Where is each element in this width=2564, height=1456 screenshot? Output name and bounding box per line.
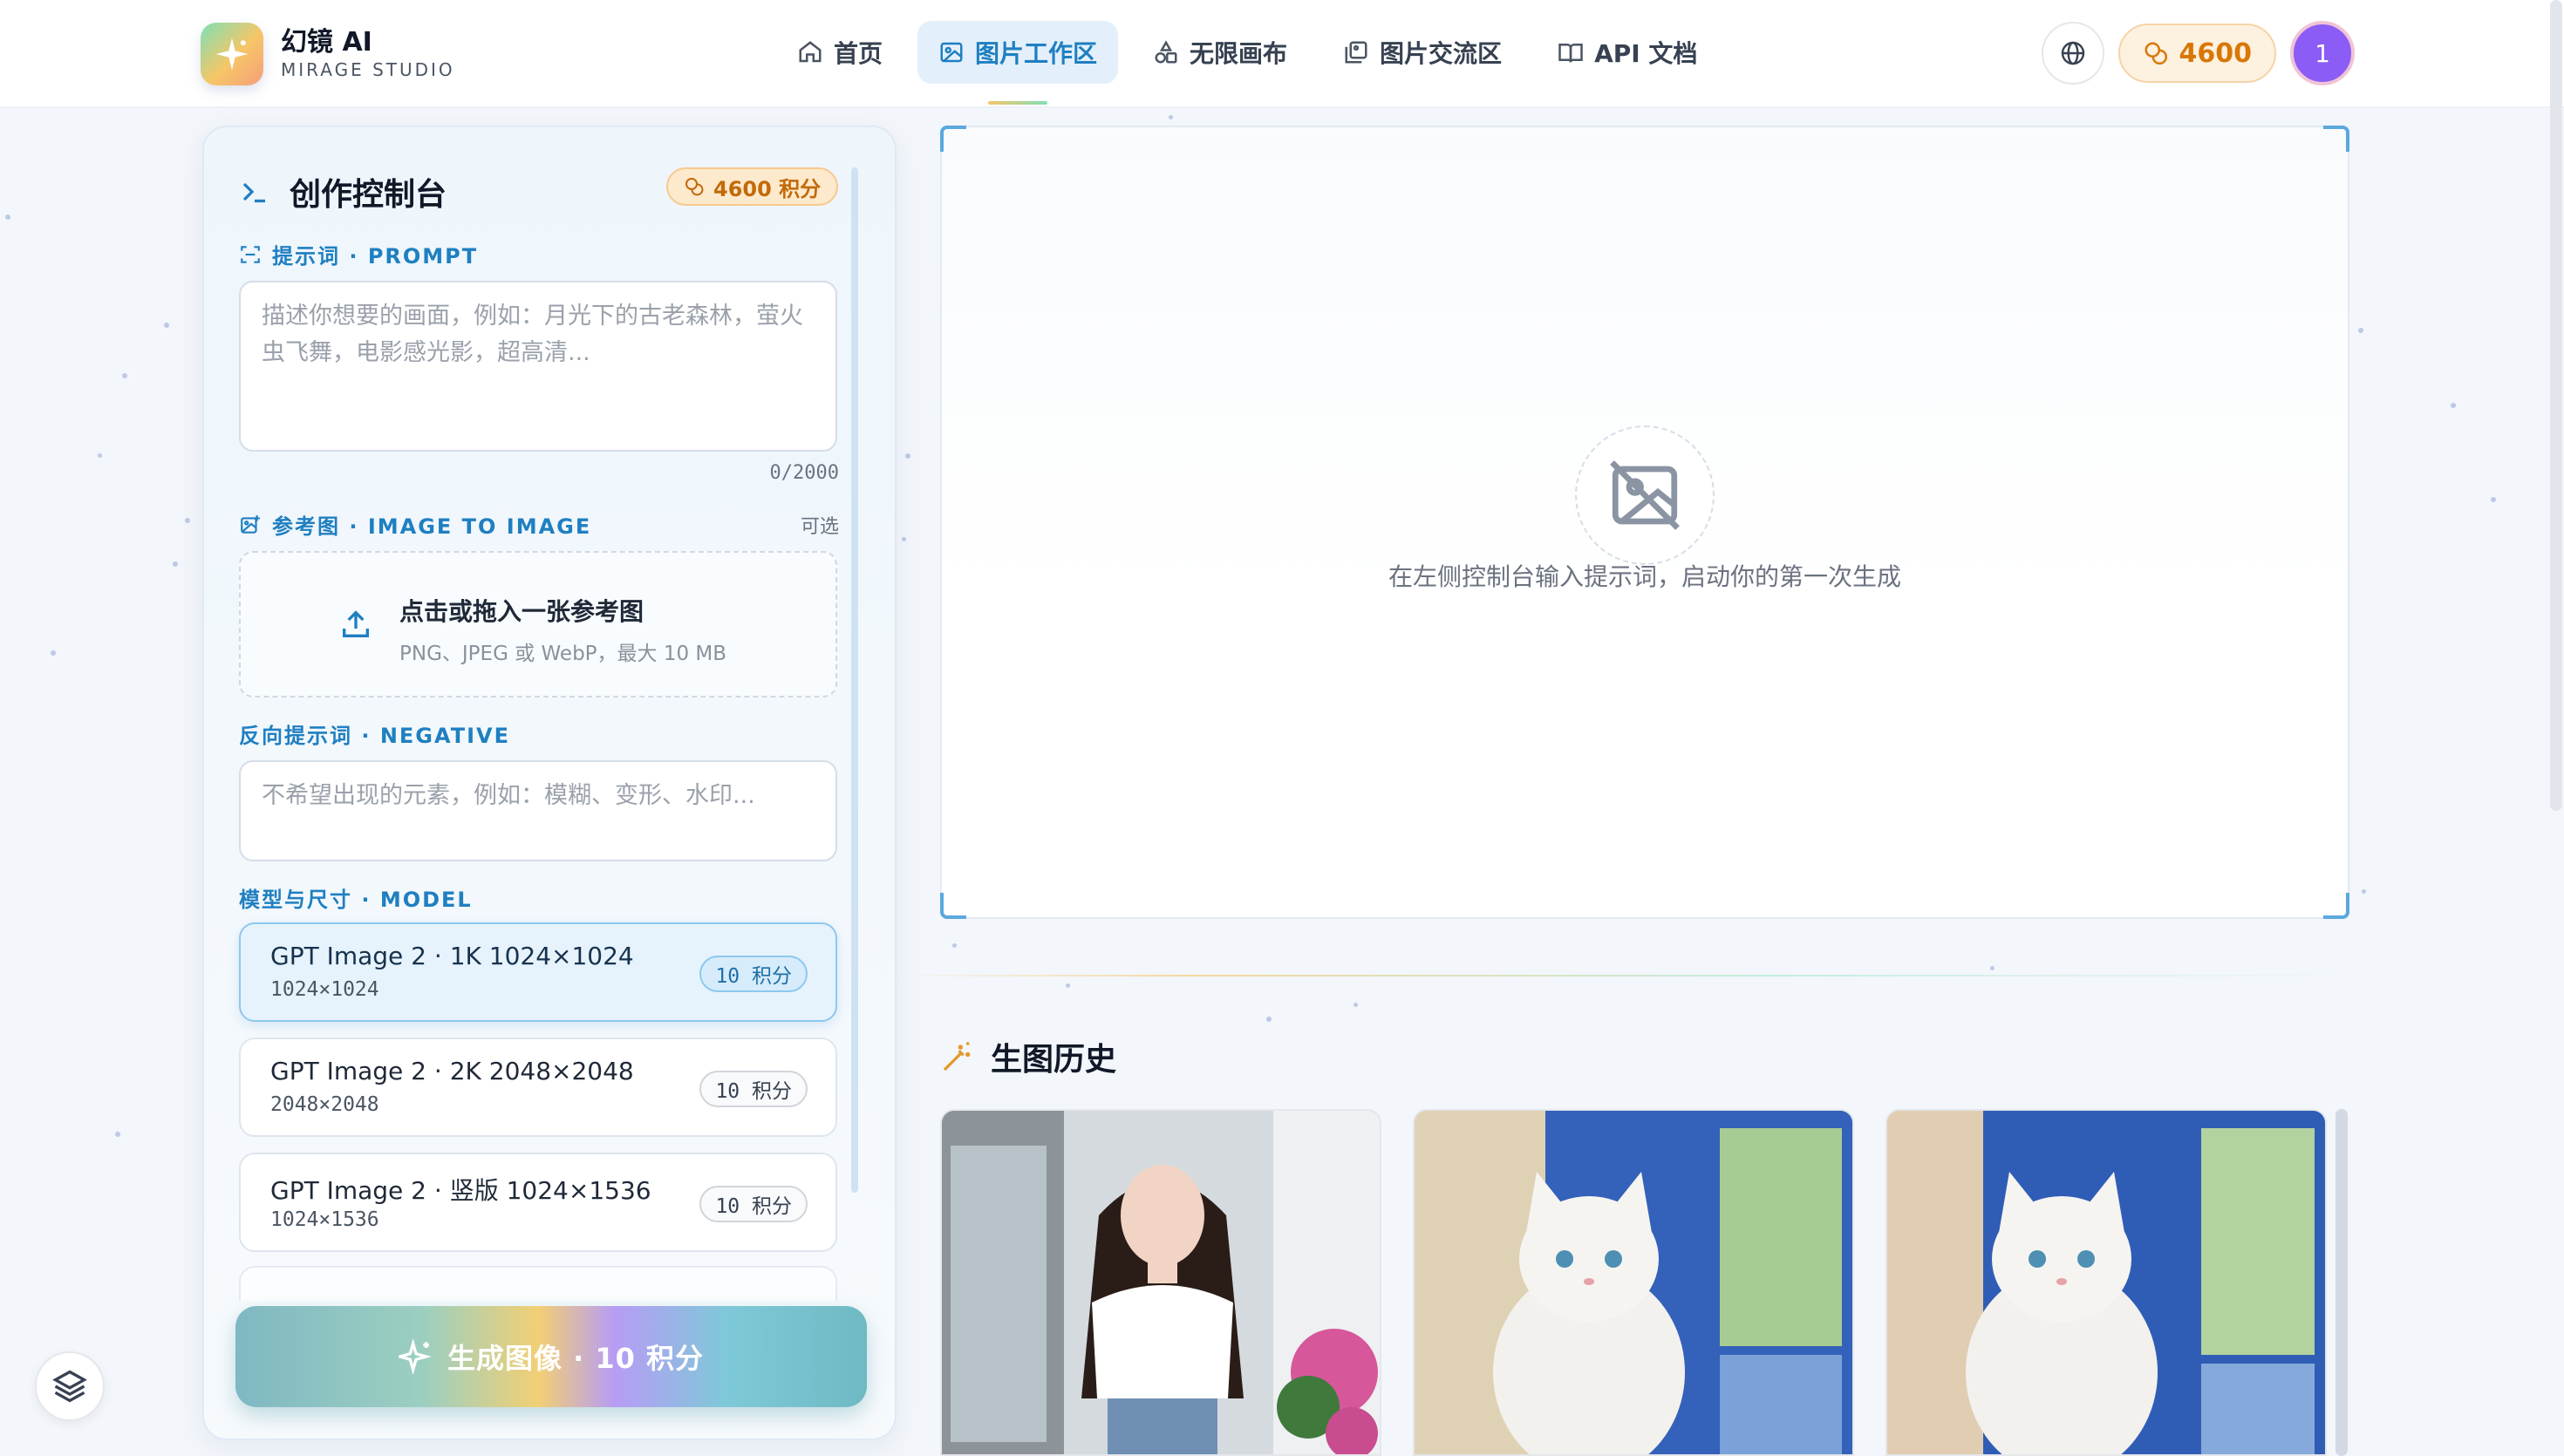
- history-thumbnail[interactable]: [940, 1109, 1381, 1456]
- nav-api-docs[interactable]: API 文档: [1537, 21, 1718, 84]
- nav-home-label: 首页: [834, 39, 883, 68]
- history-title-text: 生图历史: [991, 1042, 1117, 1078]
- model-option-cost: 10 积分: [699, 956, 808, 992]
- brand[interactable]: 幻镜 AI MIRAGE STUDIO: [201, 23, 455, 85]
- page-scrollbar[interactable]: [2550, 0, 2562, 811]
- prompt-label: 提示词 · PROMPT: [239, 239, 478, 269]
- top-navigation-bar: 幻镜 AI MIRAGE STUDIO 首页 图片工作区 无限画布 图片交流区 …: [0, 0, 2564, 108]
- layers-button[interactable]: [35, 1351, 105, 1421]
- frame-corner: [940, 126, 966, 152]
- brand-subtitle: MIRAGE STUDIO: [281, 59, 455, 80]
- negative-prompt-textarea[interactable]: 不希望出现的元素，例如：模糊、变形、水印...: [239, 760, 837, 861]
- globe-icon: [2061, 41, 2084, 65]
- model-option-size: 1024×1024: [270, 978, 379, 1001]
- upload-title: 点击或拖入一张参考图: [399, 597, 644, 626]
- nav-home[interactable]: 首页: [776, 21, 904, 84]
- history-thumbnail[interactable]: [1885, 1109, 2327, 1456]
- header-actions: 4600 1: [2041, 21, 2355, 85]
- model-option[interactable]: GPT Image 2 · 1K 1024×1024 1024×1024 10 …: [239, 922, 837, 1022]
- kitten-watercolor: [1415, 1111, 1852, 1454]
- sparkles-icon: [398, 1339, 432, 1374]
- nav-image-community[interactable]: 图片交流区: [1322, 21, 1523, 84]
- model-option-cost: 10 积分: [699, 1071, 808, 1107]
- model-label: 模型与尺寸 · MODEL: [239, 888, 473, 912]
- sparkle-logo-icon: [201, 23, 263, 85]
- scan-icon: [241, 245, 260, 263]
- model-option-partial[interactable]: [239, 1266, 837, 1301]
- model-option[interactable]: GPT Image 2 · 2K 2048×2048 2048×2048 10 …: [239, 1038, 837, 1137]
- nav-image-workspace[interactable]: 图片工作区: [917, 21, 1119, 84]
- nav-infinite-canvas[interactable]: 无限画布: [1132, 21, 1308, 84]
- section-divider: [898, 975, 2349, 976]
- panel-scrollbar[interactable]: [851, 167, 858, 1193]
- panel-credits-badge: 4600 积分: [666, 167, 839, 206]
- model-option-name: GPT Image 2 · 2K 2048×2048: [270, 1057, 634, 1085]
- creation-console: 创作控制台 4600 积分 提示词 · PROMPT 描述你想要的画面，例如：月…: [202, 126, 897, 1440]
- model-option-name: GPT Image 2 · 1K 1024×1024: [270, 942, 634, 970]
- negative-prompt-label: 反向提示词 · NEGATIVE: [239, 724, 510, 748]
- panel-title-text: 创作控制台: [290, 177, 447, 213]
- terminal-icon: [242, 182, 265, 203]
- model-option-name: GPT Image 2 · 竖版 1024×1536: [270, 1176, 651, 1205]
- prompt-label-text: 提示词 · PROMPT: [272, 244, 479, 269]
- model-option[interactable]: GPT Image 2 · 竖版 1024×1536 1024×1536 10 …: [239, 1153, 837, 1252]
- nav-image-community-label: 图片交流区: [1380, 39, 1503, 68]
- history-scrollbar[interactable]: [2336, 1109, 2348, 1456]
- generate-button[interactable]: 生成图像 · 10 积分: [235, 1306, 867, 1407]
- nav-infinite-canvas-label: 无限画布: [1190, 39, 1288, 68]
- reference-optional-tag: 可选: [800, 516, 839, 538]
- home-icon: [799, 41, 822, 63]
- nav-image-workspace-label: 图片工作区: [975, 39, 1098, 68]
- preview-canvas: 在左侧控制台输入提示词，启动你的第一次生成: [940, 126, 2349, 919]
- portrait-photo: [942, 1111, 1380, 1454]
- brand-name: 幻镜 AI: [281, 27, 372, 58]
- preview-empty-text: 在左侧控制台输入提示词，启动你的第一次生成: [1388, 562, 1901, 591]
- image-off-icon: [1575, 425, 1715, 565]
- upload-hint: PNG、JPEG 或 WebP，最大 10 MB: [399, 643, 727, 665]
- upload-icon: [343, 610, 369, 637]
- panel-title: 创作控制台: [239, 169, 447, 214]
- layers-icon: [52, 1370, 87, 1403]
- image-add-icon: [241, 514, 260, 534]
- magic-wand-icon: [943, 1042, 971, 1072]
- prompt-textarea[interactable]: 描述你想要的画面，例如：月光下的古老森林，萤火虫飞舞，电影感光影，超高清...: [239, 281, 837, 452]
- model-option-cost: 10 积分: [699, 1186, 808, 1222]
- panel-credits-text: 4600 积分: [713, 176, 822, 201]
- book-icon: [1558, 44, 1583, 63]
- history-heading: 生图历史: [940, 1034, 1116, 1079]
- gallery-icon: [1345, 41, 1367, 64]
- user-avatar[interactable]: 1: [2290, 21, 2355, 85]
- nav-api-docs-label: API 文档: [1594, 39, 1698, 68]
- coins-icon: [2145, 42, 2167, 65]
- reference-upload-dropzone[interactable]: 点击或拖入一张参考图 PNG、JPEG 或 WebP，最大 10 MB: [239, 551, 837, 697]
- frame-corner: [940, 893, 966, 919]
- credits-value: 4600: [2179, 37, 2253, 69]
- frame-corner: [2323, 126, 2349, 152]
- shapes-icon: [1155, 40, 1177, 64]
- language-button[interactable]: [2041, 22, 2104, 85]
- model-option-size: 2048×2048: [270, 1093, 379, 1116]
- active-nav-indicator: [988, 101, 1047, 105]
- reference-image-label: 参考图 · IMAGE TO IMAGE: [239, 509, 591, 540]
- prompt-char-counter: 0/2000: [769, 462, 839, 484]
- history-thumbnail[interactable]: [1413, 1109, 1854, 1456]
- credits-pill[interactable]: 4600: [2117, 24, 2276, 83]
- model-option-size: 1024×1536: [270, 1208, 379, 1231]
- reference-image-label-text: 参考图 · IMAGE TO IMAGE: [272, 514, 592, 539]
- image-icon: [940, 42, 963, 63]
- kitten-watercolor: [1887, 1111, 2325, 1454]
- frame-corner: [2323, 893, 2349, 919]
- generate-button-label: 生成图像 · 10 积分: [447, 1342, 705, 1375]
- coins-icon: [685, 178, 704, 196]
- main-nav: 首页 图片工作区 无限画布 图片交流区 API 文档: [776, 21, 1732, 84]
